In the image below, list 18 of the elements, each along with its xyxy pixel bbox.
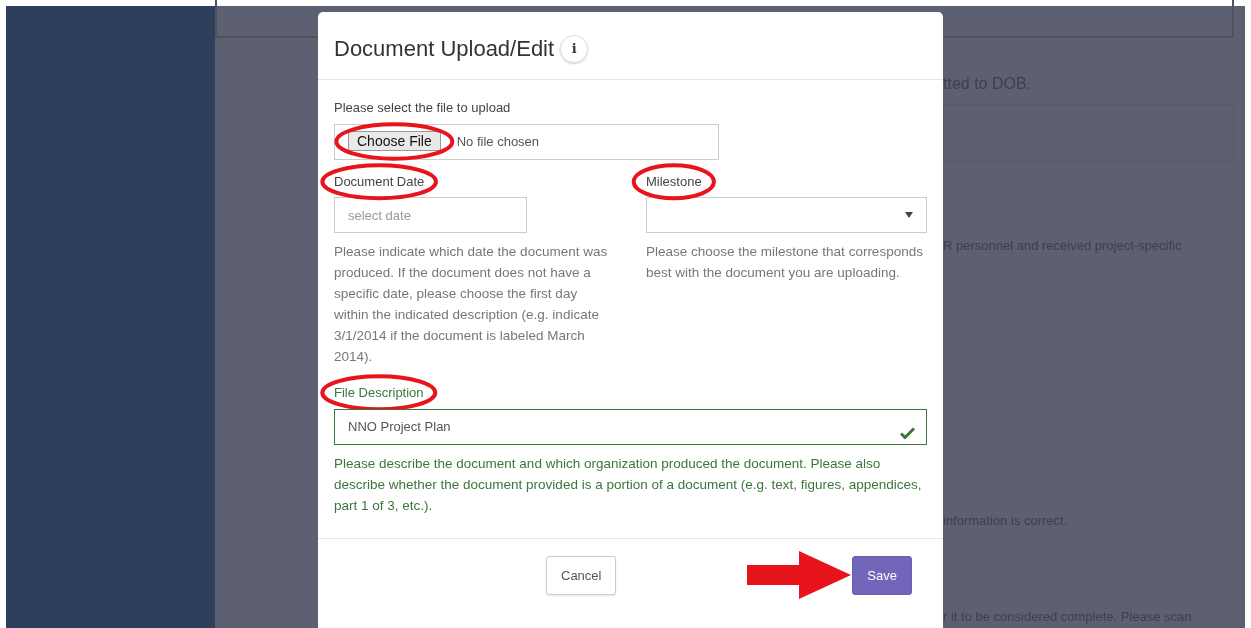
milestone-select[interactable] [646, 197, 927, 233]
cancel-button[interactable]: Cancel [546, 555, 617, 595]
description-field[interactable]: NNO Project Plan [334, 408, 927, 445]
input-field[interactable] [943, 104, 1234, 162]
field-label: Milestone [646, 171, 702, 191]
field-label: Document Date [334, 171, 425, 191]
check-icon [900, 426, 915, 439]
help-text: Please describe the document and which organization produced the document. Please also describe whether the document provided is a portion of a document (e.g. text, figures, appendices, part 1 of 3, etc.). [334, 454, 923, 515]
file-input[interactable]: Choose File No file chosen [334, 123, 719, 160]
help-text: Please choose the milestone that corresponds best with the document you are uploading. [646, 243, 924, 282]
file-status: No file chosen [456, 132, 540, 151]
help-text: Please indicate which date the document was produced. If the document does not have a specific date, please choose the first day within the indicated description (e.g. indicate 3/1/2014 if the document is labeled March 2014). [334, 243, 609, 366]
caret-icon [905, 212, 913, 218]
field-label: File Description [334, 383, 424, 403]
field-label: Please select the file to upload [334, 99, 511, 117]
choose-file-button[interactable]: Choose File [348, 131, 441, 151]
dialog-title: Document Upload/Edit [334, 35, 555, 63]
date-field[interactable]: select date [334, 197, 527, 233]
